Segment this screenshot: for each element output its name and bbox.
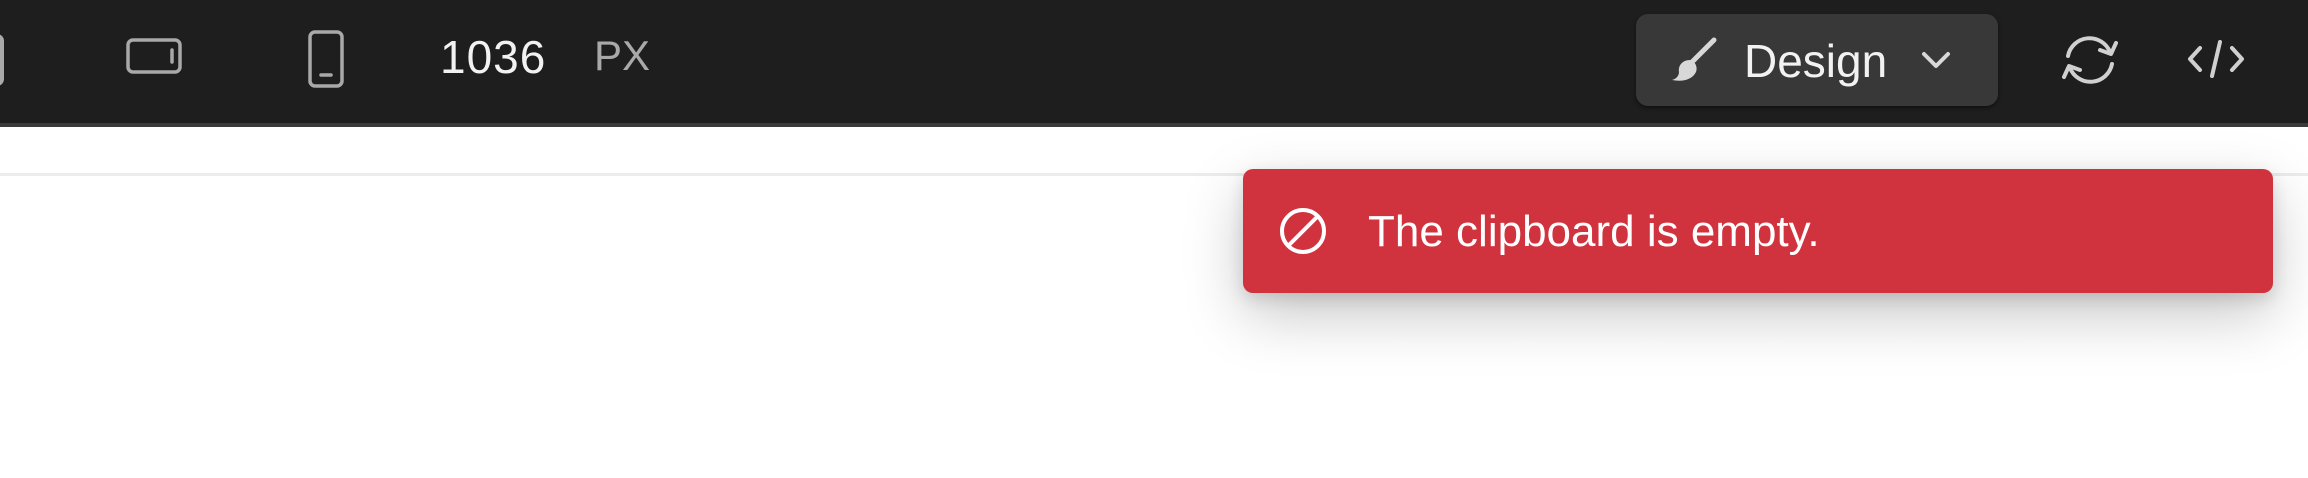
prohibited-icon (1277, 205, 1329, 262)
canvas-width-unit: PX (594, 32, 651, 79)
desktop-icon[interactable] (0, 32, 10, 88)
chevron-down-icon (1920, 46, 1952, 79)
paintbrush-icon (1670, 36, 1722, 89)
code-icon[interactable] (2186, 34, 2246, 84)
canvas-width-value[interactable]: 1036 (440, 30, 546, 84)
toast-message: The clipboard is empty. (1368, 207, 1820, 256)
error-toast[interactable]: The clipboard is empty. (1243, 169, 2273, 293)
tablet-landscape-icon[interactable] (124, 34, 188, 80)
mobile-portrait-icon[interactable] (304, 28, 348, 92)
mode-label: Design (1744, 35, 1888, 87)
top-toolbar: 1036 PX Design (0, 0, 2308, 127)
mode-selector-button[interactable]: Design (1636, 14, 1998, 106)
sync-icon[interactable] (2056, 30, 2124, 90)
